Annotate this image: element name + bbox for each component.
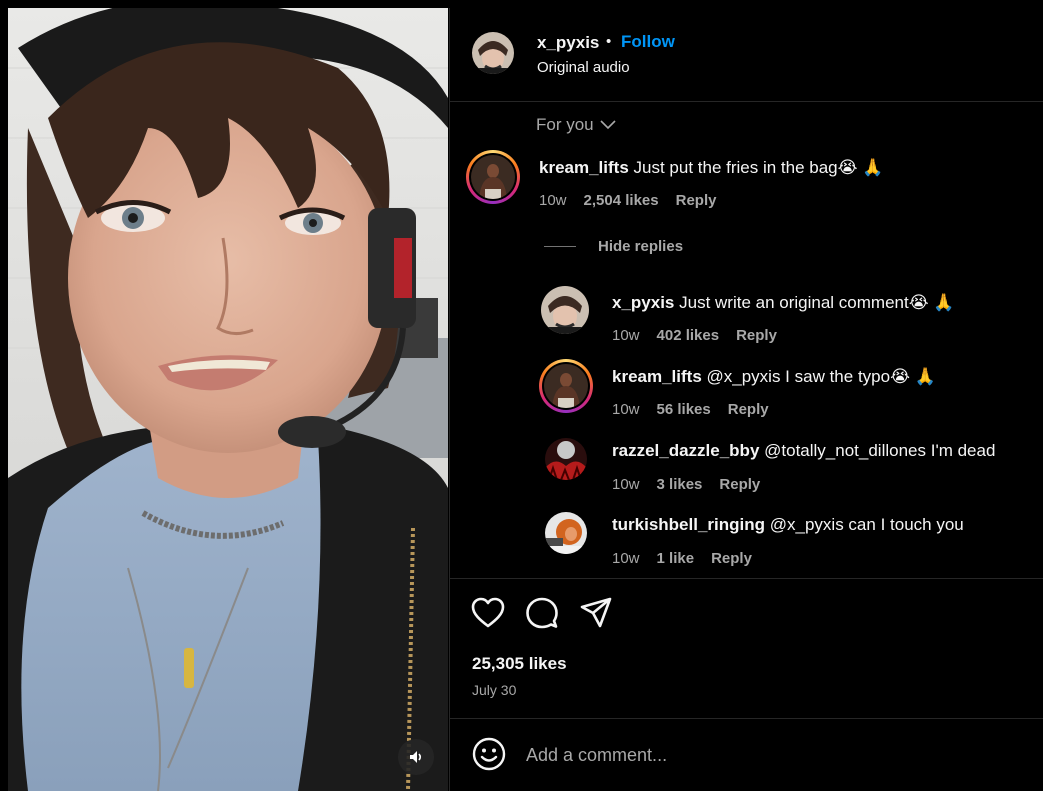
paper-plane-icon (580, 597, 612, 628)
author-avatar-image (472, 32, 514, 74)
reply-age[interactable]: 10w (612, 327, 640, 344)
author-username[interactable]: x_pyxis (537, 33, 599, 53)
reply-body: @x_pyxis can I touch you (769, 515, 964, 534)
emoji-button[interactable] (472, 737, 506, 776)
actions-divider (450, 578, 1043, 579)
reply-button[interactable]: Reply (719, 476, 760, 493)
reply-likes[interactable]: 1 like (657, 550, 695, 567)
hide-replies-label: Hide replies (598, 238, 684, 255)
reply-age[interactable]: 10w (612, 401, 640, 418)
reply-avatar-image (541, 286, 589, 334)
reply-body: @totally_not_dillones I'm dead (764, 441, 996, 460)
comment-age[interactable]: 10w (539, 192, 567, 209)
post-viewer: x_pyxis • Follow Original audio For you (0, 0, 1043, 791)
reply-text: kream_lifts @x_pyxis I saw the typo😭 🙏 (612, 367, 936, 387)
reply-likes[interactable]: 3 likes (657, 476, 703, 493)
reply-body: @x_pyxis I saw the typo😭 🙏 (706, 367, 936, 386)
comment-avatar[interactable] (466, 150, 520, 204)
reply-meta: 10w 3 likes Reply (612, 476, 760, 493)
reply-body: Just write an original comment😭 🙏 (679, 293, 955, 312)
follow-button[interactable]: Follow (621, 32, 675, 52)
reply-button[interactable]: Reply (711, 550, 752, 567)
comment-text: kream_lifts Just put the fries in the ba… (539, 158, 883, 178)
reel-video[interactable] (8, 8, 448, 791)
post-date[interactable]: July 30 (472, 682, 516, 698)
reply-age[interactable]: 10w (612, 476, 640, 493)
comment-button[interactable] (526, 597, 558, 634)
add-comment-input[interactable] (526, 741, 1006, 769)
reply-avatar[interactable] (545, 512, 587, 554)
reply-username[interactable]: turkishbell_ringing (612, 515, 765, 534)
mute-button[interactable] (398, 739, 434, 775)
chevron-down-icon (600, 120, 616, 130)
reply-avatar[interactable] (539, 359, 593, 413)
author-avatar[interactable] (472, 32, 514, 74)
replies-divider-line (544, 246, 576, 247)
video-frame (8, 8, 448, 791)
smiley-icon (472, 737, 506, 771)
hide-replies-button[interactable]: Hide replies (544, 238, 683, 255)
comment-meta: 10w 2,504 likes Reply (539, 192, 716, 209)
reply-meta: 10w 402 likes Reply (612, 327, 777, 344)
like-button[interactable] (471, 597, 505, 634)
comment-bubble-icon (526, 597, 558, 629)
reply-likes[interactable]: 402 likes (657, 327, 720, 344)
separator-dot: • (606, 33, 612, 50)
reply-avatar[interactable] (541, 286, 589, 334)
heart-icon (471, 597, 505, 628)
reply-text: turkishbell_ringing @x_pyxis can I touch… (612, 515, 964, 535)
reply-avatar-image (544, 364, 588, 408)
share-button[interactable] (580, 597, 612, 634)
comment-box-divider (450, 718, 1043, 719)
reply-meta: 10w 56 likes Reply (612, 401, 769, 418)
comment-body: Just put the fries in the bag😭 🙏 (633, 158, 884, 177)
audio-label[interactable]: Original audio (537, 59, 630, 76)
reply-text: razzel_dazzle_bby @totally_not_dillones … (612, 441, 995, 461)
reply-button[interactable]: Reply (728, 401, 769, 418)
reply-meta: 10w 1 like Reply (612, 550, 752, 567)
post-header: x_pyxis • Follow Original audio (450, 8, 1043, 102)
reply-button[interactable]: Reply (736, 327, 777, 344)
post-panel: x_pyxis • Follow Original audio For you (449, 8, 1043, 791)
reply-likes[interactable]: 56 likes (657, 401, 711, 418)
commenter-photo (471, 155, 515, 199)
reply-button[interactable]: Reply (676, 192, 717, 209)
reply-text: x_pyxis Just write an original comment😭 … (612, 293, 954, 313)
comment-username[interactable]: kream_lifts (539, 158, 629, 177)
reply-username[interactable]: razzel_dazzle_bby (612, 441, 759, 460)
comment-likes[interactable]: 2,504 likes (584, 192, 659, 209)
comments-filter-label: For you (536, 115, 594, 134)
like-count[interactable]: 25,305 likes (472, 654, 567, 674)
reply-username[interactable]: kream_lifts (612, 367, 702, 386)
reply-username[interactable]: x_pyxis (612, 293, 674, 312)
reply-avatar-image (545, 512, 587, 554)
reply-avatar-image (545, 438, 587, 480)
reply-avatar[interactable] (545, 438, 587, 480)
reply-age[interactable]: 10w (612, 550, 640, 567)
speaker-icon (410, 751, 422, 763)
comments-filter-dropdown[interactable]: For you (536, 115, 616, 135)
